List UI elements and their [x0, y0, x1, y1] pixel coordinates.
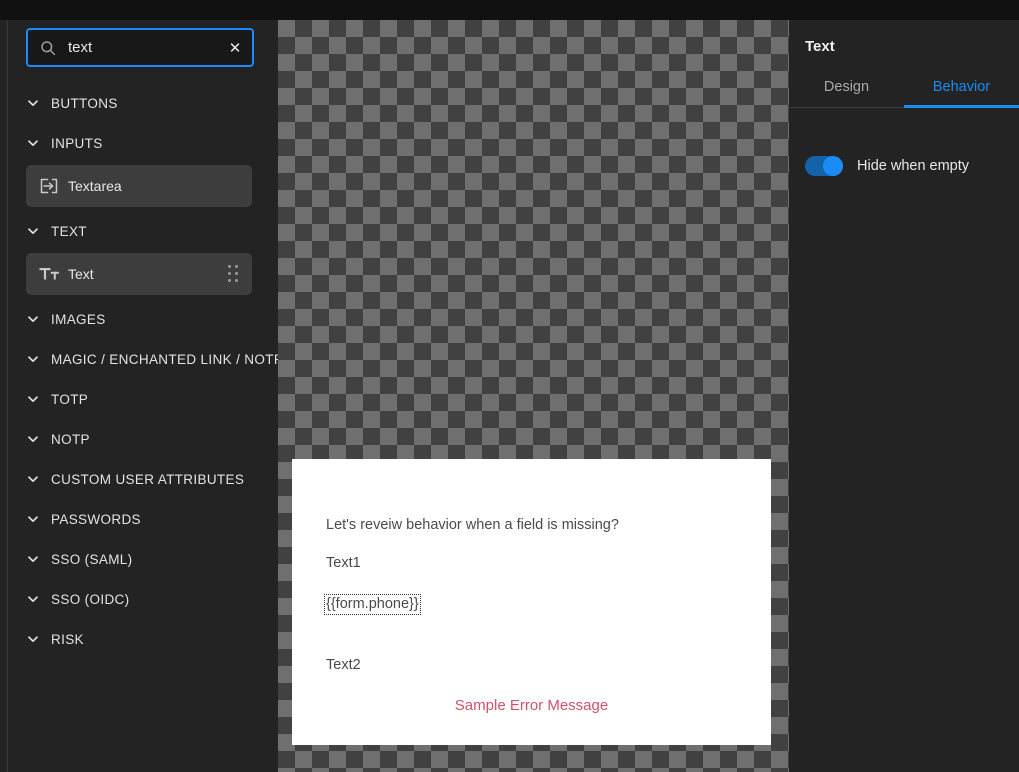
sidebar-section-label: BUTTONS: [51, 95, 118, 111]
sidebar-section-label: CUSTOM USER ATTRIBUTES: [51, 471, 245, 487]
properties-panel: Text Design Behavior Hide when empty: [789, 20, 1019, 772]
canvas-text-element-selected[interactable]: {{form.phone}}: [324, 593, 421, 616]
search-input[interactable]: text ✕: [26, 28, 254, 67]
panel-title: Text: [805, 38, 835, 55]
sidebar-section-label: TOTP: [51, 391, 89, 407]
sidebar-section-magic-enchanted-link-notp[interactable]: MAGIC / ENCHANTED LINK / NOTP: [0, 339, 278, 379]
canvas-selected-row: {{form.phone}}: [324, 593, 737, 636]
text-format-icon: [38, 263, 60, 285]
component-item-label: Text: [68, 266, 94, 282]
chevron-down-icon: [26, 96, 40, 110]
search-icon: [40, 40, 56, 56]
chevron-down-icon: [26, 224, 40, 238]
sidebar-section-buttons[interactable]: BUTTONS: [0, 83, 278, 123]
panel-body: Hide when empty: [789, 108, 1019, 176]
panel-tabs: Design Behavior: [789, 71, 1019, 108]
components-sidebar: text ✕ BUTTONS INPUTS Textarea TEXT Text…: [0, 20, 278, 772]
error-message: Sample Error Message: [454, 696, 609, 714]
component-item-textarea[interactable]: Textarea: [26, 165, 252, 207]
sidebar-section-label: IMAGES: [51, 311, 106, 327]
canvas-text-element[interactable]: Let's reveiw behavior when a field is mi…: [326, 517, 737, 534]
component-sections: BUTTONS INPUTS Textarea TEXT Text IMAGES…: [0, 83, 278, 659]
sidebar-section-custom-user-attributes[interactable]: CUSTOM USER ATTRIBUTES: [0, 459, 278, 499]
search-input-value[interactable]: text: [68, 40, 228, 55]
sidebar-section-notp[interactable]: NOTP: [0, 419, 278, 459]
sidebar-section-label: NOTP: [51, 431, 90, 447]
design-canvas[interactable]: Let's reveiw behavior when a field is mi…: [278, 20, 789, 772]
top-bar: [0, 0, 1019, 20]
chevron-down-icon: [26, 432, 40, 446]
app-root: text ✕ BUTTONS INPUTS Textarea TEXT Text…: [0, 0, 1019, 772]
hide-when-empty-toggle[interactable]: [805, 156, 843, 176]
close-icon[interactable]: ✕: [228, 40, 242, 55]
sidebar-section-label: INPUTS: [51, 135, 103, 151]
form-preview-card[interactable]: Let's reveiw behavior when a field is mi…: [292, 459, 771, 745]
sidebar-section-label: MAGIC / ENCHANTED LINK / NOTP: [51, 351, 278, 367]
sidebar-section-text[interactable]: TEXT: [0, 211, 278, 251]
sidebar-section-images[interactable]: IMAGES: [0, 299, 278, 339]
component-item-label: Textarea: [68, 178, 122, 194]
chevron-down-icon: [26, 592, 40, 606]
sidebar-section-sso-oidc[interactable]: SSO (OIDC): [0, 579, 278, 619]
chevron-down-icon: [26, 632, 40, 646]
sidebar-section-label: RISK: [51, 631, 84, 647]
sidebar-section-sso-saml[interactable]: SSO (SAML): [0, 539, 278, 579]
sidebar-section-totp[interactable]: TOTP: [0, 379, 278, 419]
sidebar-scrollbar-track[interactable]: [7, 20, 8, 772]
setting-hide-when-empty: Hide when empty: [805, 156, 1019, 176]
sidebar-section-label: TEXT: [51, 223, 87, 239]
hide-when-empty-label: Hide when empty: [857, 158, 970, 174]
component-item-text[interactable]: Text: [26, 253, 252, 295]
textarea-icon: [38, 175, 60, 197]
sidebar-section-label: SSO (OIDC): [51, 591, 130, 607]
sidebar-section-label: PASSWORDS: [51, 511, 141, 527]
chevron-down-icon: [26, 312, 40, 326]
sidebar-section-inputs[interactable]: INPUTS: [0, 123, 278, 163]
canvas-text-element[interactable]: Text1: [326, 555, 737, 572]
sidebar-section-risk[interactable]: RISK: [0, 619, 278, 659]
sidebar-section-passwords[interactable]: PASSWORDS: [0, 499, 278, 539]
canvas-text-element[interactable]: Text2: [326, 657, 737, 674]
search-container: text ✕: [0, 20, 278, 67]
tab-design[interactable]: Design: [789, 71, 904, 107]
sidebar-section-label: SSO (SAML): [51, 551, 133, 567]
toggle-knob: [823, 156, 843, 176]
chevron-down-icon: [26, 472, 40, 486]
chevron-down-icon: [26, 552, 40, 566]
drag-handle-icon[interactable]: [228, 265, 240, 283]
chevron-down-icon: [26, 352, 40, 366]
form-card-content: Let's reveiw behavior when a field is mi…: [292, 459, 771, 714]
chevron-down-icon: [26, 512, 40, 526]
chevron-down-icon: [26, 392, 40, 406]
chevron-down-icon: [26, 136, 40, 150]
tab-behavior[interactable]: Behavior: [904, 71, 1019, 108]
